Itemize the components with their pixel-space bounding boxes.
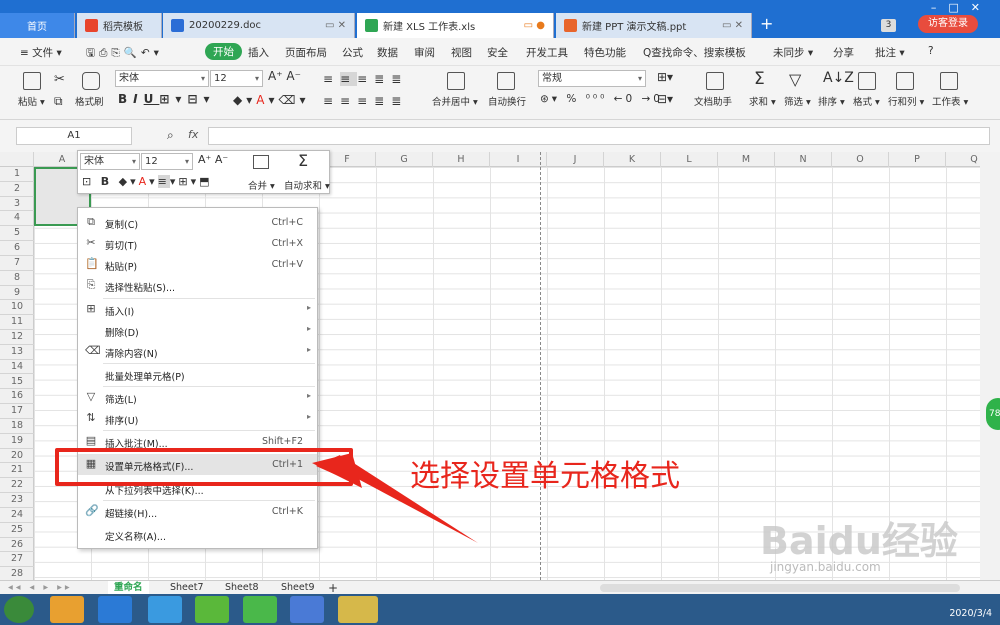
os-taskbar: 2020/3/4 [0, 594, 1000, 625]
taskbar-wps-icon[interactable] [290, 596, 324, 623]
side-float-badge[interactable]: 78 [986, 398, 1000, 430]
taskbar-clock[interactable]: 2020/3/4 [949, 608, 992, 619]
taskbar-explorer-icon[interactable] [338, 596, 378, 623]
watermark-logo: Baidu经验 [760, 519, 958, 563]
watermark-url: jingyan.baidu.com [770, 560, 881, 574]
annotation-text: 选择设置单元格格式 [410, 459, 680, 494]
taskbar-browser-icon[interactable] [98, 596, 132, 623]
taskbar-360-icon[interactable] [195, 596, 229, 623]
taskbar-wechat-icon[interactable] [243, 596, 277, 623]
taskbar-app-icon[interactable] [50, 596, 84, 623]
start-button-icon[interactable] [4, 596, 34, 623]
taskbar-ie-icon[interactable] [148, 596, 182, 623]
